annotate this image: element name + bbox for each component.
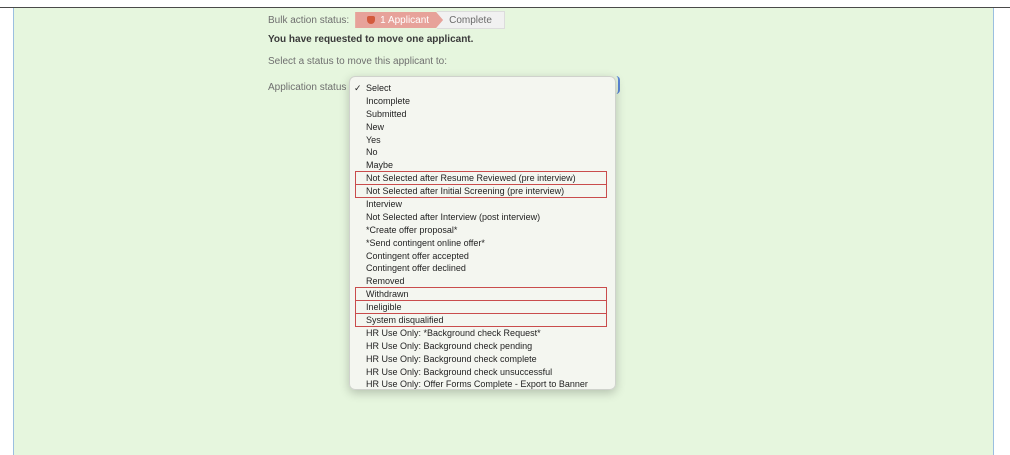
- status-option[interactable]: HR Use Only: Background check unsuccessf…: [350, 366, 615, 379]
- status-option-label: *Send contingent online offer*: [366, 237, 485, 248]
- status-option-label: Select: [366, 83, 392, 93]
- status-option[interactable]: Contingent offer accepted: [350, 250, 615, 263]
- status-option[interactable]: No: [350, 146, 615, 159]
- status-option-label: HR Use Only: Background check complete: [366, 353, 537, 364]
- status-option[interactable]: New: [350, 121, 615, 134]
- status-option-label: No: [366, 147, 378, 158]
- applicant-icon: [367, 16, 375, 24]
- status-option[interactable]: Removed: [350, 275, 615, 288]
- status-option[interactable]: Incomplete: [350, 95, 615, 108]
- status-option[interactable]: ✓ Select: [350, 82, 615, 95]
- status-option[interactable]: *Create offer proposal*: [350, 224, 615, 237]
- bulk-move-panel: Bulk action status: 1 Applicant Complete…: [13, 8, 994, 455]
- status-option[interactable]: Not Selected after Resume Reviewed (pre …: [350, 172, 615, 185]
- status-option-label: Interview: [366, 199, 403, 210]
- status-option-label: HR Use Only: *Background check Request*: [366, 327, 541, 338]
- status-option[interactable]: Interview: [350, 198, 615, 211]
- status-option[interactable]: Submitted: [350, 108, 615, 121]
- step-complete-label: Complete: [449, 14, 492, 26]
- status-option[interactable]: HR Use Only: Background check complete: [350, 353, 615, 366]
- step-complete: Complete: [437, 11, 505, 29]
- status-option[interactable]: HR Use Only: Background check pending: [350, 340, 615, 353]
- application-status-dropdown[interactable]: ✓ Select Incomplete Submitted New Yes No Maybe N…: [349, 76, 616, 390]
- status-option-label: HR Use Only: Background check unsuccessf…: [366, 366, 553, 377]
- instruction-text: Select a status to move this applicant t…: [268, 56, 447, 67]
- status-option[interactable]: HR Use Only: *Background check Request*: [350, 327, 615, 340]
- status-option[interactable]: Yes: [350, 134, 615, 147]
- step-applicant: 1 Applicant: [355, 12, 443, 28]
- status-option[interactable]: Maybe: [350, 159, 615, 172]
- bulk-action-label: Bulk action status:: [268, 14, 350, 26]
- status-option[interactable]: Not Selected after Initial Screening (pr…: [350, 185, 615, 198]
- status-option-label: Maybe: [366, 160, 394, 171]
- status-option-label: Yes: [366, 134, 381, 145]
- status-option-label: Ineligible: [366, 302, 402, 313]
- status-option[interactable]: Contingent offer declined: [350, 262, 615, 275]
- status-option-label: Withdrawn: [366, 289, 409, 300]
- request-heading: You have requested to move one applicant…: [268, 34, 474, 45]
- status-option-label: New: [366, 121, 385, 132]
- status-option-label: Removed: [366, 276, 405, 287]
- bulk-action-status: Bulk action status: 1 Applicant Complete: [268, 11, 505, 29]
- status-option-label: Contingent offer declined: [366, 263, 466, 274]
- page: Bulk action status: 1 Applicant Complete…: [0, 0, 1010, 455]
- status-option[interactable]: Not Selected after Interview (post inter…: [350, 211, 615, 224]
- status-option-label: HR Use Only: Background check pending: [366, 340, 533, 351]
- status-option-label: HR Use Only: Offer Forms Complete - Expo…: [366, 379, 588, 390]
- step-applicant-label: 1 Applicant: [380, 14, 430, 26]
- status-option[interactable]: *Send contingent online offer*: [350, 237, 615, 250]
- checkmark-icon: ✓: [354, 83, 362, 93]
- status-option[interactable]: Ineligible: [350, 301, 615, 314]
- status-option-label: System disqualified: [366, 315, 444, 326]
- status-option-label: Not Selected after Interview (post inter…: [366, 211, 541, 222]
- status-option-label: Incomplete: [366, 95, 411, 106]
- status-option[interactable]: HR Use Only: Offer Forms Complete - Expo…: [350, 378, 615, 391]
- status-option-label: Not Selected after Initial Screening (pr…: [366, 186, 565, 197]
- status-option-label: *Create offer proposal*: [366, 224, 458, 235]
- status-option-label: Contingent offer accepted: [366, 250, 469, 261]
- status-option-label: Submitted: [366, 108, 407, 119]
- status-option-label: Not Selected after Resume Reviewed (pre …: [366, 173, 576, 184]
- application-status-label: Application status: [268, 82, 347, 93]
- status-option[interactable]: Withdrawn: [350, 288, 615, 301]
- status-option[interactable]: System disqualified: [350, 314, 615, 327]
